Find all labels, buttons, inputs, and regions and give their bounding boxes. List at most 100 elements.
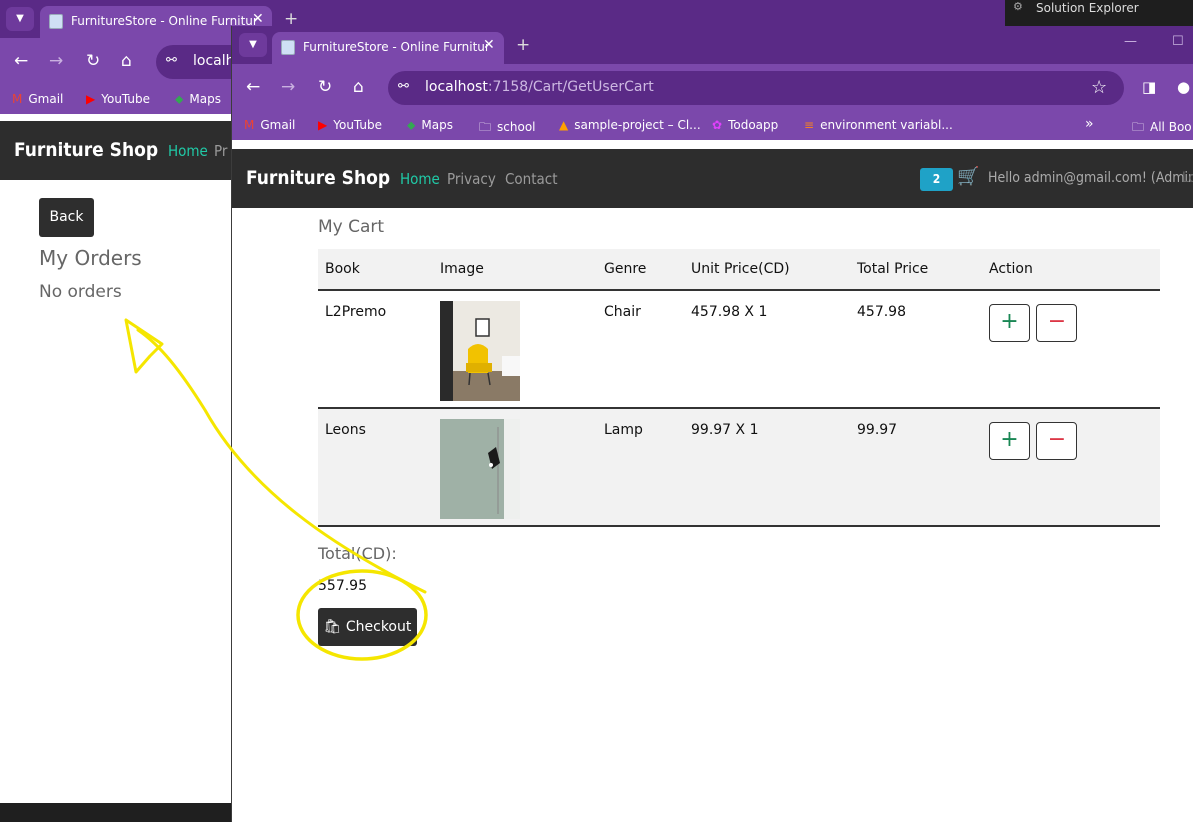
product-image-cell [433, 290, 597, 409]
total-value: 557.95 [318, 578, 367, 594]
close-tab-icon[interactable]: ✕ [252, 11, 264, 27]
stack-icon: ≡ [804, 118, 815, 132]
lamp-image [440, 419, 520, 519]
todoapp-icon: ✿ [712, 118, 723, 132]
no-orders-text: No orders [39, 282, 122, 302]
user-greeting[interactable]: Hello admin@gmail.com! (Admin) [988, 170, 1193, 186]
increase-quantity-button[interactable]: + [989, 422, 1030, 460]
home-icon[interactable]: ⌂ [121, 51, 132, 71]
address-text: localhost:7158/Cart/GetUserCart [425, 79, 654, 95]
folder-icon: 🗀 [479, 120, 492, 134]
profile-icon[interactable]: ● [1177, 77, 1190, 97]
close-tab-icon[interactable]: ✕ [483, 37, 495, 53]
forward-arrow-icon[interactable]: → [49, 51, 63, 71]
column-header: Action [982, 249, 1160, 291]
browser-toolbar: ← → ↻ ⌂ ⚯ localhost:7158/Cart/GetUserCar… [232, 64, 1193, 112]
bookmarks-bar: M Gmail ▶ YouTube ⬥ Maps 🗀 school ▲ sample-pr… [232, 112, 1193, 140]
my-orders-heading: My Orders [39, 246, 142, 270]
back-arrow-icon[interactable]: ← [14, 51, 28, 71]
youtube-icon: ▶ [318, 118, 328, 132]
gmail-icon: M [244, 118, 255, 132]
product-genre: Chair [597, 290, 684, 409]
maps-icon: ⬥ [407, 118, 416, 132]
bookmark-gmail[interactable]: M Gmail [244, 118, 295, 132]
logout-link[interactable]: Lo [1182, 170, 1193, 186]
maximize-icon[interactable]: ☐ [1172, 34, 1184, 49]
decrease-quantity-button[interactable]: − [1036, 422, 1078, 460]
new-tab-icon[interactable]: + [516, 35, 530, 55]
all-bookmarks[interactable]: 🗀 All Boo [1132, 118, 1192, 139]
table-header-row: Book Image Genre Unit Price(CD) Total Pr… [318, 249, 1160, 291]
decrease-quantity-button[interactable]: − [1036, 304, 1078, 342]
tab-title: FurnitureStore - Online Furnitur [303, 40, 490, 54]
total-price: 99.97 [850, 408, 982, 527]
increase-quantity-button[interactable]: + [989, 304, 1030, 342]
total-label: Total(CD): [318, 544, 397, 563]
nav-privacy[interactable]: Pr [214, 142, 227, 160]
brand-link[interactable]: Furniture Shop [246, 167, 390, 189]
address-bar[interactable]: ⚯ localhost:7158/Cart/GetUserCart ☆ [388, 71, 1124, 105]
column-header: Image [433, 249, 597, 291]
bookmark-maps[interactable]: ⬥ Maps [175, 92, 221, 107]
cart-table: Book Image Genre Unit Price(CD) Total Pr… [318, 249, 1160, 527]
back-arrow-icon[interactable]: ← [246, 77, 260, 97]
back-button[interactable]: Back [39, 198, 94, 237]
shopping-bag-icon: 🛍 [323, 619, 342, 635]
bookmark-school[interactable]: 🗀 school [479, 118, 536, 139]
action-cell: + − [982, 290, 1160, 409]
bookmark-gmail[interactable]: M Gmail [12, 92, 63, 106]
product-image-cell [433, 408, 597, 527]
site-info-icon[interactable]: ⚯ [398, 79, 409, 94]
star-icon[interactable]: ☆ [1091, 77, 1107, 98]
bookmark-todoapp[interactable]: ✿ Todoapp [712, 118, 778, 132]
bookmark-youtube[interactable]: ▶ YouTube [86, 92, 150, 106]
total-price: 457.98 [850, 290, 982, 409]
folder-icon: 🗀 [1132, 120, 1145, 134]
nav-home[interactable]: Home [168, 142, 208, 160]
nav-home[interactable]: Home [400, 170, 440, 188]
nav-contact[interactable]: Contact [505, 170, 558, 188]
product-name: L2Premo [318, 290, 433, 409]
bookmark-youtube[interactable]: ▶ YouTube [318, 118, 382, 132]
unit-price: 99.97 X 1 [684, 408, 850, 527]
more-bookmarks-icon[interactable]: » [1085, 116, 1094, 132]
tab-search-button[interactable]: ▼ [239, 33, 267, 57]
page-icon [49, 14, 63, 29]
bookmark-sample-project[interactable]: ▲ sample-project – Cl... [559, 118, 701, 132]
table-row: L2Premo Chair 457.98 X 1 457.98 + − [318, 290, 1160, 409]
bookmark-environment[interactable]: ≡ environment variabl... [804, 118, 953, 132]
brand-link[interactable]: Furniture Shop [14, 139, 158, 161]
nav-privacy[interactable]: Privacy [447, 170, 496, 188]
firebase-icon: ▲ [559, 118, 569, 132]
maps-icon: ⬥ [175, 92, 184, 106]
table-row: Leons Lamp 99.97 X 1 99.97 + − [318, 408, 1160, 527]
column-header: Total Price [850, 249, 982, 291]
product-genre: Lamp [597, 408, 684, 527]
front-browser-window: ▼ FurnitureStore - Online Furnitur ✕ + —… [231, 26, 1193, 822]
cart-icon[interactable]: 🛒 [957, 166, 979, 187]
tab-strip: ▼ FurnitureStore - Online Furnitur ✕ + —… [232, 26, 1193, 64]
column-header: Book [318, 249, 433, 291]
cart-count-badge[interactable]: 2 [920, 168, 953, 191]
column-header: Unit Price(CD) [684, 249, 850, 291]
gear-icon[interactable]: ⚙ [1013, 0, 1023, 13]
reload-icon[interactable]: ↻ [86, 51, 100, 71]
side-panel-icon[interactable]: ◨ [1142, 77, 1156, 97]
site-navbar: Furniture Shop Home Privacy Contact 2 🛒 … [232, 149, 1193, 208]
chair-image [440, 301, 520, 401]
site-info-icon[interactable]: ⚯ [166, 53, 177, 68]
minimize-icon[interactable]: — [1124, 34, 1137, 49]
tab-search-button[interactable]: ▼ [6, 7, 34, 31]
bookmark-maps[interactable]: ⬥ Maps [407, 118, 453, 133]
home-icon[interactable]: ⌂ [353, 77, 364, 97]
checkout-button[interactable]: 🛍 Checkout [318, 608, 417, 646]
my-cart-heading: My Cart [318, 217, 385, 237]
forward-arrow-icon[interactable]: → [281, 77, 295, 97]
reload-icon[interactable]: ↻ [318, 77, 332, 97]
youtube-icon: ▶ [86, 92, 96, 106]
column-header: Genre [597, 249, 684, 291]
tab-title: FurnitureStore - Online Furnitur [71, 14, 258, 28]
tab-furniturestore[interactable]: FurnitureStore - Online Furnitur ✕ [272, 32, 504, 64]
page-icon [281, 40, 295, 55]
gmail-icon: M [12, 92, 23, 106]
